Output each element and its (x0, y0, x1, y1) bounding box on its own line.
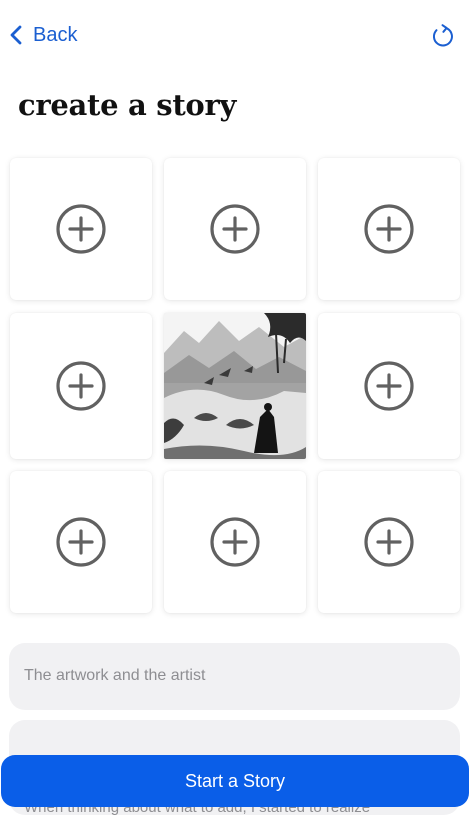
add-image-slot[interactable] (10, 471, 152, 613)
add-image-slot[interactable] (164, 158, 306, 300)
add-image-slot[interactable] (10, 313, 152, 459)
plus-circle-icon (56, 204, 106, 254)
add-image-slot[interactable] (10, 158, 152, 300)
story-image-grid (10, 158, 460, 614)
ink-landscape-image (164, 313, 306, 459)
navigation-bar: Back (0, 0, 472, 70)
selected-artwork-image[interactable] (164, 313, 306, 459)
add-image-slot[interactable] (318, 313, 460, 459)
start-story-button[interactable]: Start a Story (1, 755, 469, 807)
plus-circle-icon (364, 204, 414, 254)
plus-circle-icon (364, 517, 414, 567)
story-title-placeholder: The artwork and the artist (24, 667, 206, 684)
add-image-slot[interactable] (164, 471, 306, 613)
chevron-left-icon (10, 25, 22, 45)
add-image-slot[interactable] (318, 471, 460, 613)
back-label: Back (33, 23, 78, 46)
plus-circle-icon (56, 517, 106, 567)
back-button[interactable]: Back (6, 20, 77, 50)
start-story-label: Start a Story (184, 770, 286, 791)
add-image-slot[interactable] (318, 158, 460, 300)
page-title: create a story (18, 88, 237, 122)
refresh-icon[interactable] (428, 22, 456, 50)
story-title-field[interactable]: The artwork and the artist (9, 643, 460, 710)
plus-circle-icon (210, 517, 260, 567)
plus-circle-icon (364, 361, 414, 411)
plus-circle-icon (210, 204, 260, 254)
plus-circle-icon (56, 361, 106, 411)
